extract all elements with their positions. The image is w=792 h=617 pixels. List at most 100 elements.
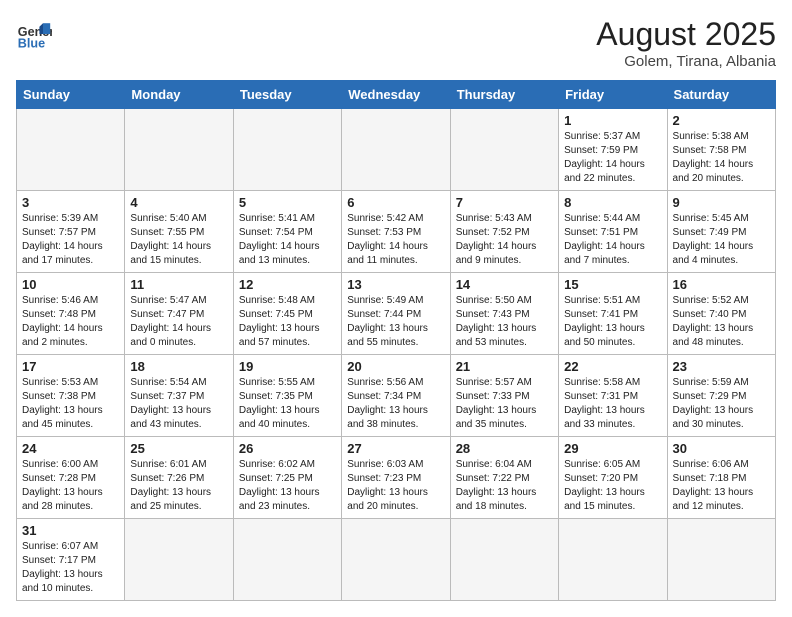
col-wednesday: Wednesday bbox=[342, 81, 450, 109]
day-number: 30 bbox=[673, 441, 770, 456]
table-row: 19Sunrise: 5:55 AM Sunset: 7:35 PM Dayli… bbox=[233, 355, 341, 437]
day-number: 21 bbox=[456, 359, 553, 374]
table-row: 15Sunrise: 5:51 AM Sunset: 7:41 PM Dayli… bbox=[559, 273, 667, 355]
day-info: Sunrise: 6:04 AM Sunset: 7:22 PM Dayligh… bbox=[456, 458, 553, 514]
col-saturday: Saturday bbox=[667, 81, 775, 109]
day-number: 2 bbox=[673, 113, 770, 128]
table-row: 27 Sunrise: 6:03 AM Sunset: 7:23 PM Dayli… bbox=[342, 437, 450, 519]
table-row bbox=[17, 109, 125, 191]
day-number: 19 bbox=[239, 359, 336, 374]
day-info: Sunrise: 6:06 AM Sunset: 7:18 PM Dayligh… bbox=[673, 458, 770, 514]
day-info: Sunrise: 6:00 AM Sunset: 7:28 PM Dayligh… bbox=[22, 458, 119, 514]
day-info: Sunrise: 6:07 AM Sunset: 7:17 PM Dayligh… bbox=[22, 540, 119, 596]
day-number: 11 bbox=[130, 277, 227, 292]
day-number: 23 bbox=[673, 359, 770, 374]
day-number: 28 bbox=[456, 441, 553, 456]
day-info: Sunrise: 6:01 AM Sunset: 7:26 PM Dayligh… bbox=[130, 458, 227, 514]
table-row: 6Sunrise: 5:42 AM Sunset: 7:53 PM Daylig… bbox=[342, 191, 450, 273]
col-tuesday: Tuesday bbox=[233, 81, 341, 109]
day-info: Sunrise: 5:59 AM Sunset: 7:29 PM Dayligh… bbox=[673, 376, 770, 432]
table-row bbox=[342, 109, 450, 191]
day-info: Sunrise: 6:02 AM Sunset: 7:25 PM Dayligh… bbox=[239, 458, 336, 514]
table-row: 3Sunrise: 5:39 AM Sunset: 7:57 PM Daylig… bbox=[17, 191, 125, 273]
day-info: Sunrise: 5:40 AM Sunset: 7:55 PM Dayligh… bbox=[130, 212, 227, 268]
table-row: 11 Sunrise: 5:47 AM Sunset: 7:47 PM Dayli… bbox=[125, 273, 233, 355]
day-info: Sunrise: 5:50 AM Sunset: 7:43 PM Dayligh… bbox=[456, 294, 553, 350]
table-row: 23 Sunrise: 5:59 AM Sunset: 7:29 PM Dayli… bbox=[667, 355, 775, 437]
table-row: 24Sunrise: 6:00 AM Sunset: 7:28 PM Dayli… bbox=[17, 437, 125, 519]
day-info: Sunrise: 5:37 AM Sunset: 7:59 PM Dayligh… bbox=[564, 130, 661, 186]
table-row bbox=[233, 109, 341, 191]
day-info: Sunrise: 5:45 AM Sunset: 7:49 PM Dayligh… bbox=[673, 212, 770, 268]
day-number: 16 bbox=[673, 277, 770, 292]
day-info: Sunrise: 5:53 AM Sunset: 7:38 PM Dayligh… bbox=[22, 376, 119, 432]
table-row bbox=[667, 519, 775, 601]
table-row: 7Sunrise: 5:43 AM Sunset: 7:52 PM Daylig… bbox=[450, 191, 558, 273]
day-info: Sunrise: 5:42 AM Sunset: 7:53 PM Dayligh… bbox=[347, 212, 444, 268]
day-number: 5 bbox=[239, 195, 336, 210]
day-info: Sunrise: 6:05 AM Sunset: 7:20 PM Dayligh… bbox=[564, 458, 661, 514]
table-row bbox=[559, 519, 667, 601]
title-block: August 2025 Golem, Tirana, Albania bbox=[596, 16, 776, 70]
day-info: Sunrise: 5:46 AM Sunset: 7:48 PM Dayligh… bbox=[22, 294, 119, 350]
day-number: 27 bbox=[347, 441, 444, 456]
logo: General Blue bbox=[16, 16, 52, 52]
table-row: 31 Sunrise: 6:07 AM Sunset: 7:17 PM Dayli… bbox=[17, 519, 125, 601]
table-row: 12Sunrise: 5:48 AM Sunset: 7:45 PM Dayli… bbox=[233, 273, 341, 355]
day-number: 14 bbox=[456, 277, 553, 292]
table-row bbox=[450, 519, 558, 601]
svg-text:Blue: Blue bbox=[18, 37, 45, 51]
day-info: Sunrise: 6:03 AM Sunset: 7:23 PM Dayligh… bbox=[347, 458, 444, 514]
table-row: 30 Sunrise: 6:06 AM Sunset: 7:18 PM Dayli… bbox=[667, 437, 775, 519]
table-row: 18 Sunrise: 5:54 AM Sunset: 7:37 PM Dayli… bbox=[125, 355, 233, 437]
day-number: 1 bbox=[564, 113, 661, 128]
table-row: 22Sunrise: 5:58 AM Sunset: 7:31 PM Dayli… bbox=[559, 355, 667, 437]
day-number: 25 bbox=[130, 441, 227, 456]
location-subtitle: Golem, Tirana, Albania bbox=[596, 53, 776, 70]
day-number: 13 bbox=[347, 277, 444, 292]
calendar-header-row: Sunday Monday Tuesday Wednesday Thursday… bbox=[17, 81, 776, 109]
calendar-table: Sunday Monday Tuesday Wednesday Thursday… bbox=[16, 80, 776, 601]
table-row: 10 Sunrise: 5:46 AM Sunset: 7:48 PM Dayli… bbox=[17, 273, 125, 355]
logo-icon: General Blue bbox=[16, 16, 52, 52]
day-number: 29 bbox=[564, 441, 661, 456]
day-info: Sunrise: 5:57 AM Sunset: 7:33 PM Dayligh… bbox=[456, 376, 553, 432]
day-number: 3 bbox=[22, 195, 119, 210]
day-info: Sunrise: 5:49 AM Sunset: 7:44 PM Dayligh… bbox=[347, 294, 444, 350]
table-row: 29 Sunrise: 6:05 AM Sunset: 7:20 PM Dayli… bbox=[559, 437, 667, 519]
day-number: 18 bbox=[130, 359, 227, 374]
table-row: 20 Sunrise: 5:56 AM Sunset: 7:34 PM Dayli… bbox=[342, 355, 450, 437]
day-number: 10 bbox=[22, 277, 119, 292]
table-row: 25 Sunrise: 6:01 AM Sunset: 7:26 PM Dayli… bbox=[125, 437, 233, 519]
day-info: Sunrise: 5:48 AM Sunset: 7:45 PM Dayligh… bbox=[239, 294, 336, 350]
day-info: Sunrise: 5:44 AM Sunset: 7:51 PM Dayligh… bbox=[564, 212, 661, 268]
col-monday: Monday bbox=[125, 81, 233, 109]
day-info: Sunrise: 5:47 AM Sunset: 7:47 PM Dayligh… bbox=[130, 294, 227, 350]
day-info: Sunrise: 5:38 AM Sunset: 7:58 PM Dayligh… bbox=[673, 130, 770, 186]
day-number: 4 bbox=[130, 195, 227, 210]
table-row: 5Sunrise: 5:41 AM Sunset: 7:54 PM Daylig… bbox=[233, 191, 341, 273]
table-row: 4 Sunrise: 5:40 AM Sunset: 7:55 PM Daylig… bbox=[125, 191, 233, 273]
table-row: 26 Sunrise: 6:02 AM Sunset: 7:25 PM Dayli… bbox=[233, 437, 341, 519]
table-row: 16Sunrise: 5:52 AM Sunset: 7:40 PM Dayli… bbox=[667, 273, 775, 355]
day-info: Sunrise: 5:54 AM Sunset: 7:37 PM Dayligh… bbox=[130, 376, 227, 432]
day-number: 8 bbox=[564, 195, 661, 210]
table-row: 8 Sunrise: 5:44 AM Sunset: 7:51 PM Daylig… bbox=[559, 191, 667, 273]
col-thursday: Thursday bbox=[450, 81, 558, 109]
day-info: Sunrise: 5:56 AM Sunset: 7:34 PM Dayligh… bbox=[347, 376, 444, 432]
table-row: 1 Sunrise: 5:37 AM Sunset: 7:59 PM Daylig… bbox=[559, 109, 667, 191]
table-row: 21 Sunrise: 5:57 AM Sunset: 7:33 PM Dayli… bbox=[450, 355, 558, 437]
table-row: 14 Sunrise: 5:50 AM Sunset: 7:43 PM Dayli… bbox=[450, 273, 558, 355]
day-info: Sunrise: 5:43 AM Sunset: 7:52 PM Dayligh… bbox=[456, 212, 553, 268]
day-number: 31 bbox=[22, 523, 119, 538]
day-number: 20 bbox=[347, 359, 444, 374]
day-number: 26 bbox=[239, 441, 336, 456]
table-row: 9 Sunrise: 5:45 AM Sunset: 7:49 PM Daylig… bbox=[667, 191, 775, 273]
table-row bbox=[342, 519, 450, 601]
table-row: 28 Sunrise: 6:04 AM Sunset: 7:22 PM Dayli… bbox=[450, 437, 558, 519]
table-row bbox=[233, 519, 341, 601]
table-row bbox=[125, 519, 233, 601]
day-info: Sunrise: 5:58 AM Sunset: 7:31 PM Dayligh… bbox=[564, 376, 661, 432]
day-number: 9 bbox=[673, 195, 770, 210]
day-info: Sunrise: 5:51 AM Sunset: 7:41 PM Dayligh… bbox=[564, 294, 661, 350]
